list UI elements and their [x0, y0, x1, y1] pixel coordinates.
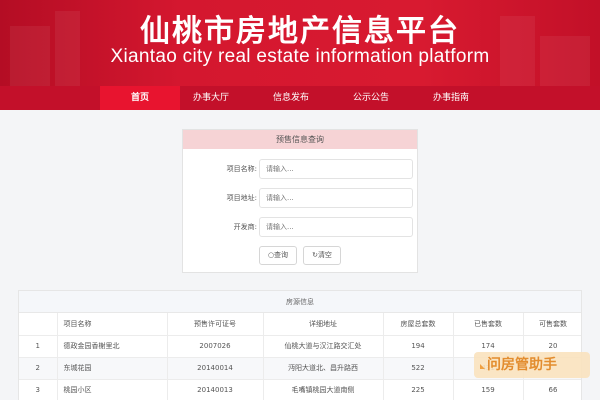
- main-nav: 首页 办事大厅 信息发布 公示公告 办事指南: [0, 86, 600, 110]
- nav-item-info-release[interactable]: 信息发布: [251, 86, 331, 110]
- nav-item-home[interactable]: 首页: [100, 86, 180, 110]
- col-header-permit-no: 预售许可证号: [167, 313, 264, 336]
- cell-address: 沔阳大道北、昌升路西: [263, 357, 384, 380]
- presale-search-panel: 预售信息查询 项目名称: 项目地址: 开发商: ○查询 ↻清空: [182, 129, 418, 273]
- watermark-text: 问房管助手: [487, 357, 557, 373]
- listing-caption: 房源信息: [19, 291, 581, 313]
- col-header-index: [19, 313, 58, 336]
- nav-item-service-hall[interactable]: 办事大厅: [171, 86, 251, 110]
- table-header-row: 项目名称 预售许可证号 详细地址 房屋总套数 已售套数 可售套数: [19, 313, 581, 336]
- cell-project-name[interactable]: 桃园小区: [57, 379, 168, 400]
- cell-available-units: 66: [523, 379, 581, 400]
- table-row[interactable]: 3 桃园小区 20140013 毛嘴镇桃园大道南侧 225 159 66: [19, 379, 581, 400]
- nav-item-announcements[interactable]: 公示公告: [331, 86, 411, 110]
- cell-index: 2: [19, 357, 58, 380]
- cell-address: 仙桃大道与汉江路交汇处: [263, 335, 384, 358]
- col-header-project-name: 项目名称: [57, 313, 168, 336]
- project-name-input[interactable]: [259, 159, 413, 179]
- col-header-total-units: 房屋总套数: [383, 313, 454, 336]
- clear-button-label: 清空: [317, 251, 332, 259]
- watermark-corner-icon: [480, 364, 485, 369]
- search-row-project-name: 项目名称:: [183, 159, 419, 179]
- cell-permit-no: 2007026: [167, 335, 264, 358]
- cell-total-units: 225: [383, 379, 454, 400]
- cell-permit-no: 20140014: [167, 357, 264, 380]
- query-button-label: 查询: [274, 251, 289, 259]
- site-title-cn: 仙桃市房地产信息平台: [140, 14, 460, 49]
- project-name-label: 项目名称:: [226, 165, 257, 173]
- cell-index: 3: [19, 379, 58, 400]
- project-address-input[interactable]: [259, 188, 413, 208]
- listing-table-panel: 房源信息 项目名称 预售许可证号 详细地址 房屋总套数 已售套数 可售套数 1 …: [18, 290, 582, 400]
- clear-button[interactable]: ↻清空: [303, 246, 341, 265]
- developer-label: 开发商:: [233, 223, 257, 231]
- cell-total-units: 194: [383, 335, 454, 358]
- project-address-label: 项目地址:: [226, 194, 257, 202]
- cell-total-units: 522: [383, 357, 454, 380]
- search-panel-title: 预售信息查询: [183, 130, 417, 149]
- cell-permit-no: 20140013: [167, 379, 264, 400]
- col-header-available-units: 可售套数: [523, 313, 581, 336]
- query-button[interactable]: ○查询: [259, 246, 297, 265]
- cell-project-name[interactable]: 德政金园香榭里北: [57, 335, 168, 358]
- header-banner: 仙桃市房地产信息平台 Xiantao city real estate info…: [0, 0, 600, 86]
- col-header-sold-units: 已售套数: [453, 313, 524, 336]
- cell-project-name[interactable]: 东城花园: [57, 357, 168, 380]
- col-header-address: 详细地址: [263, 313, 384, 336]
- search-row-project-address: 项目地址:: [183, 188, 419, 208]
- site-title-en: Xiantao city real estate information pla…: [110, 46, 490, 67]
- cell-sold-units: 159: [453, 379, 524, 400]
- watermark-badge: 问房管助手: [474, 352, 590, 378]
- search-row-developer: 开发商:: [183, 217, 419, 237]
- cell-address: 毛嘴镇桃园大道南侧: [263, 379, 384, 400]
- developer-input[interactable]: [259, 217, 413, 237]
- nav-item-guide[interactable]: 办事指南: [411, 86, 491, 110]
- cell-index: 1: [19, 335, 58, 358]
